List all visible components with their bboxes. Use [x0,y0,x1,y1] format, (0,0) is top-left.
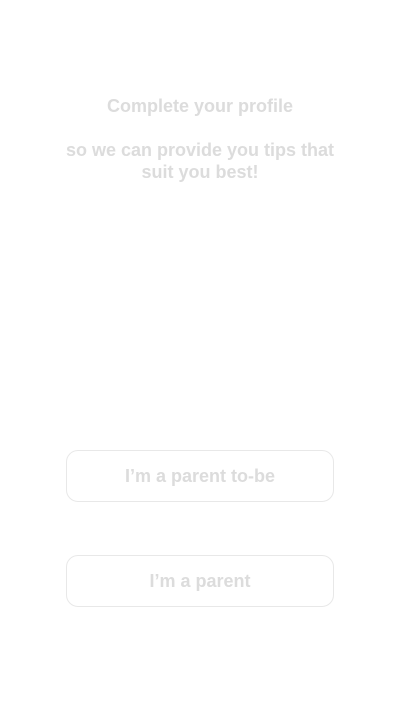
parent-to-be-button[interactable]: I’m a parent to-be [66,450,334,502]
parent-button[interactable]: I’m a parent [66,555,334,607]
page-subtitle: so we can provide you tips that suit you… [65,140,335,182]
profile-setup-screen: Complete your profile so we can provide … [0,0,400,712]
page-title: Complete your profile [106,96,294,116]
